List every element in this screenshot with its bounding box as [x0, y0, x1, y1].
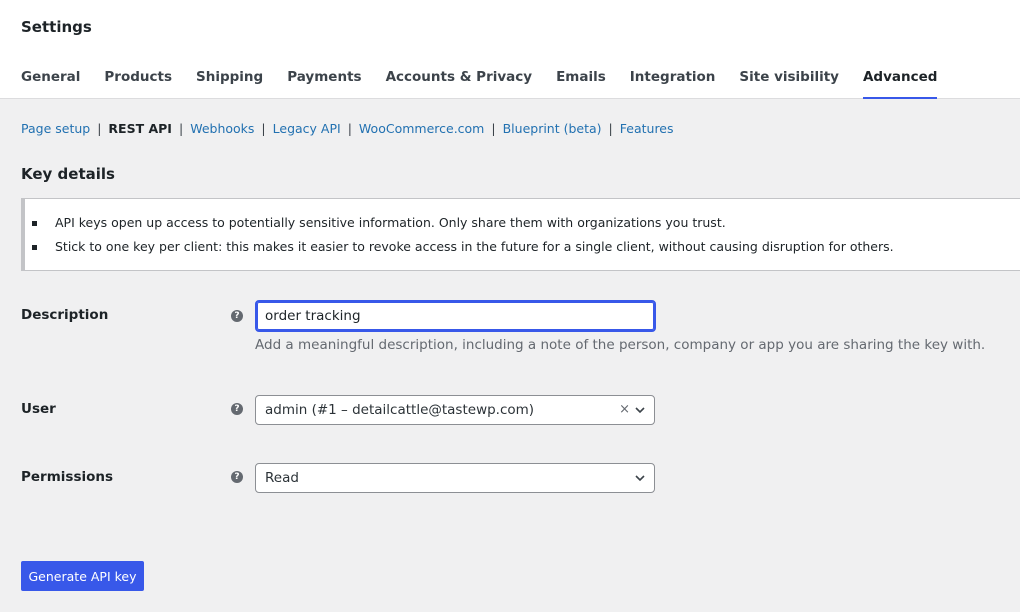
tab-products[interactable]: Products	[104, 68, 172, 99]
subnav-blueprint[interactable]: Blueprint (beta)	[503, 121, 602, 136]
page-title: Settings	[21, 18, 92, 36]
user-label: User	[21, 401, 56, 417]
settings-header: Settings General Products Shipping Payme…	[0, 0, 1020, 99]
subnav-rest-api: REST API	[108, 121, 172, 136]
notice-item: Stick to one key per client: this makes …	[32, 239, 1020, 263]
settings-tabs: General Products Shipping Payments Accou…	[21, 68, 961, 99]
section-title: Key details	[21, 165, 115, 183]
tab-shipping[interactable]: Shipping	[196, 68, 263, 99]
permissions-select-value: Read	[265, 470, 299, 486]
permissions-select[interactable]: Read	[255, 463, 655, 493]
help-icon[interactable]: ?	[231, 403, 243, 415]
tab-integration[interactable]: Integration	[630, 68, 716, 99]
subnav-webhooks[interactable]: Webhooks	[190, 121, 254, 136]
tab-advanced[interactable]: Advanced	[862, 68, 938, 99]
description-input[interactable]	[255, 300, 656, 332]
clear-icon[interactable]: ×	[619, 402, 630, 417]
user-select[interactable]: admin (#1 – detailcattle@tastewp.com) ×	[255, 395, 655, 425]
subnav-legacy-api[interactable]: Legacy API	[273, 121, 341, 136]
tab-accounts-privacy[interactable]: Accounts & Privacy	[386, 68, 533, 99]
subnav-separator: |	[491, 121, 496, 136]
description-label: Description	[21, 307, 109, 323]
api-key-notice: API keys open up access to potentially s…	[21, 198, 1020, 271]
notice-item: API keys open up access to potentially s…	[32, 215, 1020, 239]
tab-site-visibility[interactable]: Site visibility	[739, 68, 839, 99]
description-hint: Add a meaningful description, including …	[255, 337, 986, 353]
subnav-separator: |	[178, 121, 184, 136]
help-icon[interactable]: ?	[231, 310, 243, 322]
help-icon[interactable]: ?	[231, 471, 243, 483]
user-select-value: admin (#1 – detailcattle@tastewp.com)	[265, 402, 535, 418]
generate-api-key-button[interactable]: Generate API key	[21, 561, 144, 591]
chevron-down-icon	[635, 475, 645, 482]
subnav-woocommerce-com[interactable]: WooCommerce.com	[359, 121, 484, 136]
permissions-label: Permissions	[21, 469, 114, 485]
subnav-separator: |	[261, 121, 266, 136]
subnav-features[interactable]: Features	[620, 121, 674, 136]
subnav-page-setup[interactable]: Page setup	[21, 121, 90, 136]
subnav-separator: |	[347, 121, 352, 136]
advanced-subnav: Page setup | REST API | Webhooks | Legac…	[21, 121, 674, 136]
subnav-separator: |	[608, 121, 613, 136]
chevron-down-icon	[635, 407, 645, 414]
subnav-separator: |	[97, 121, 102, 136]
tab-general[interactable]: General	[21, 68, 80, 99]
tab-payments[interactable]: Payments	[287, 68, 361, 99]
tab-emails[interactable]: Emails	[556, 68, 606, 99]
